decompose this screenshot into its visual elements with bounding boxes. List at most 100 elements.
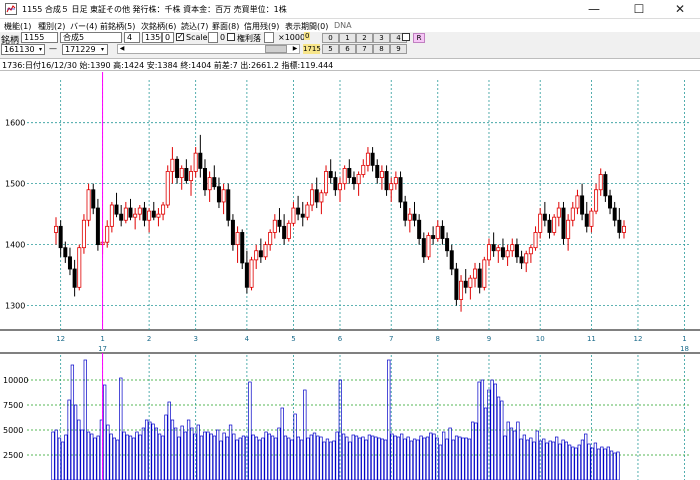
candle-body: [268, 232, 273, 246]
r-button[interactable]: R: [413, 33, 425, 43]
volume-bar: [238, 437, 242, 480]
range-scrollbar[interactable]: ◀ ▶: [117, 44, 300, 54]
volume-bar: [241, 435, 246, 480]
number-button-0[interactable]: 0: [322, 33, 339, 43]
volume-bar: [157, 433, 162, 480]
candle-body: [114, 204, 119, 215]
candle-body: [333, 177, 338, 191]
candle-body: [202, 168, 207, 191]
menu-item-display-period[interactable]: 表示期間(0): [285, 21, 328, 32]
r-checkbox[interactable]: [402, 33, 410, 41]
candle-body: [617, 219, 622, 233]
menu-item-margin[interactable]: 信用残(9): [244, 21, 279, 32]
number-button-1[interactable]: 1: [339, 33, 356, 43]
volume-bar: [535, 430, 539, 480]
margin-label: 権利落: [237, 34, 261, 43]
volume-bar: [325, 438, 330, 480]
volume-bar: [270, 435, 275, 480]
minimize-button[interactable]: —: [574, 0, 614, 19]
volume-bar: [296, 436, 301, 480]
param-c-input[interactable]: 0: [162, 32, 174, 43]
menu-bar: 機能(1) 種別(2) バー(4) 前銘柄(5) 次銘柄(6) 読込(7) 罫面…: [0, 19, 700, 32]
number-button-5[interactable]: 5: [322, 44, 339, 54]
number-button-6[interactable]: 6: [339, 44, 356, 54]
menu-item-load[interactable]: 読込(7): [181, 21, 208, 32]
volume-bar: [329, 441, 333, 480]
volume-bar: [477, 381, 481, 480]
number-button-3[interactable]: 3: [373, 33, 390, 43]
volume-bar: [422, 437, 426, 480]
name-input[interactable]: 合成5: [60, 32, 122, 43]
title-bar: 1155 合成５ 日足 東証その他 発行株：千株 資本金：百万 売買単位：1株 …: [0, 0, 700, 19]
menu-item-dna[interactable]: DNA: [334, 21, 352, 30]
volume-bar: [483, 407, 488, 480]
month-tick-label: 5: [291, 335, 295, 343]
symbol-input[interactable]: 1155: [21, 32, 58, 43]
to-dropdown-icon[interactable]: ▾: [98, 45, 107, 54]
volume-bar: [503, 435, 507, 480]
volume-bar: [429, 432, 433, 480]
volume-bar: [83, 359, 87, 480]
month-tick-label: 4: [245, 335, 250, 343]
volume-bar: [438, 444, 443, 480]
menu-item-previous-symbol[interactable]: 前銘柄(5): [100, 21, 135, 32]
menu-item-bar[interactable]: バー(4): [70, 21, 97, 32]
scroll-right-icon[interactable]: ▶: [291, 45, 299, 53]
margin-checkbox[interactable]: [227, 33, 235, 41]
volume-bar: [354, 435, 359, 480]
volume-bar: [303, 389, 307, 480]
number-button-9[interactable]: 9: [390, 44, 407, 54]
maximize-button[interactable]: ☐: [619, 0, 659, 19]
volume-bar: [235, 439, 239, 480]
number-button-8[interactable]: 8: [373, 44, 390, 54]
candle-body: [603, 174, 608, 197]
month-tick-label: 8: [436, 335, 440, 343]
volume-bar: [177, 436, 181, 480]
volume-bar: [322, 441, 326, 480]
volume-bar: [464, 437, 468, 480]
volume-bar: [400, 433, 404, 480]
candle-body: [240, 232, 245, 264]
volume-bar: [232, 433, 236, 480]
volume-bar: [558, 443, 562, 480]
scale-box[interactable]: [208, 32, 218, 43]
candle-body: [119, 213, 124, 221]
volume-bar: [251, 434, 255, 480]
volume-bar: [90, 433, 94, 480]
close-button[interactable]: ✕: [660, 0, 700, 19]
menu-item-screen[interactable]: 罫面(8): [212, 21, 239, 32]
menu-item-type[interactable]: 種別(2): [38, 21, 65, 32]
scroll-thumb[interactable]: [265, 45, 287, 53]
volume-bar: [141, 427, 146, 480]
menu-item-function[interactable]: 機能(1): [4, 21, 31, 32]
chart-canvas[interactable]: 130014001500160012 1 2 3 4 5 6 7 8 9 10 11 12 117 1825…: [0, 72, 700, 480]
param-a-input[interactable]: 4: [124, 32, 140, 43]
volume-bar: [451, 439, 455, 480]
volume-bar: [225, 436, 229, 480]
candle-body: [608, 195, 613, 209]
menu-item-next-symbol[interactable]: 次銘柄(6): [141, 21, 176, 32]
price-tick-label: 1400: [5, 241, 25, 250]
candle-body: [123, 207, 128, 221]
window-title: 1155 合成５ 日足 東証その他 発行株：千株 資本金：百万 売買単位：1株: [22, 5, 287, 14]
candle-body: [170, 158, 175, 172]
volume-bar: [545, 442, 549, 480]
volume-bar: [93, 437, 97, 480]
volume-bar: [409, 440, 414, 480]
candle-body: [463, 280, 468, 288]
candle-body: [67, 256, 72, 270]
param-b-input[interactable]: 1350: [142, 32, 162, 43]
month-tick-label: 1: [682, 335, 686, 343]
number-button-2[interactable]: 2: [356, 33, 373, 43]
candle-body: [198, 152, 203, 169]
scale-checkbox[interactable]: ✓: [176, 33, 184, 41]
scroll-left-icon[interactable]: ◀: [118, 45, 126, 53]
volume-bar: [380, 438, 384, 480]
times-box[interactable]: [264, 32, 274, 43]
from-dropdown-icon[interactable]: ▾: [36, 45, 45, 54]
volume-bar: [587, 443, 591, 480]
number-button-7[interactable]: 7: [356, 44, 373, 54]
volume-bar: [577, 444, 581, 480]
chart-panel[interactable]: 1300 1400 1500 1600 12 1 2 3 4 5 6 7 8 9 10 11 12 1 17 18 25…: [0, 72, 700, 480]
candle-body: [282, 225, 287, 239]
